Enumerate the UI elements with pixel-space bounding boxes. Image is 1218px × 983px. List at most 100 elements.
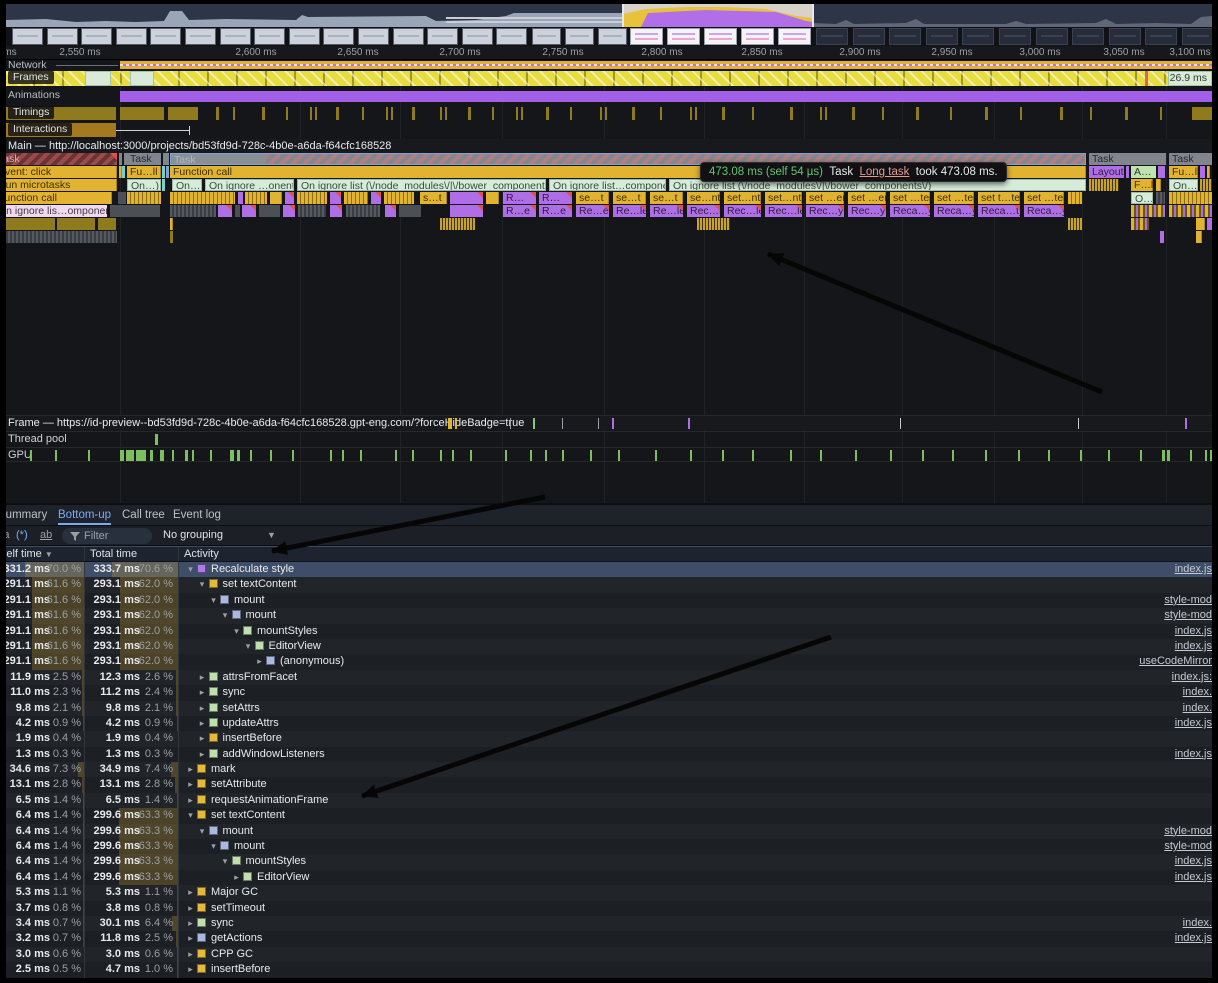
filmstrip-thumbnail[interactable] xyxy=(1036,28,1068,45)
flame-bar[interactable] xyxy=(1068,192,1082,204)
filmstrip-thumbnail[interactable] xyxy=(741,28,774,45)
flame-bar-a-[interactable]: A… xyxy=(1131,166,1156,178)
filter-input[interactable]: Filter xyxy=(62,528,152,544)
flame-bar[interactable] xyxy=(384,192,414,204)
filmstrip-thumbnail[interactable] xyxy=(1072,28,1104,45)
flame-bar-rec-le[interactable]: Rec…le xyxy=(724,205,761,217)
collapse-icon[interactable]: ▾ xyxy=(243,639,254,654)
flame-bar-on-ignore-list-node-modules-bower-components-[interactable]: On ignore list (\/node_modules\/|\/bower… xyxy=(297,179,546,191)
filmstrip-thumbnail[interactable] xyxy=(704,28,737,45)
collapse-icon[interactable]: ▾ xyxy=(197,577,208,592)
table-row[interactable]: 13.1 ms2.8 %13.1 ms2.8 %▸setAttribute xyxy=(0,777,1218,792)
flame-bar-set-nt[interactable]: set…nt xyxy=(724,192,761,204)
flame-bar-on-ignore-onents-[interactable]: On ignore …onents\/) xyxy=(205,179,294,191)
flame-bar-event-click[interactable]: Event: click xyxy=(0,166,117,178)
flame-bar-task[interactable]: Task xyxy=(127,153,161,165)
table-row[interactable]: 291.1 ms61.6 %293.1 ms62.0 %▾mountstyle-… xyxy=(0,608,1218,623)
flame-bar[interactable] xyxy=(218,205,232,217)
flame-bar[interactable] xyxy=(170,218,173,230)
source-link[interactable]: index. xyxy=(1183,916,1212,931)
filmstrip-thumbnail[interactable] xyxy=(889,28,921,45)
flame-bar-fu-ll[interactable]: Fu…ll xyxy=(1169,166,1198,178)
regex-toggle[interactable]: (*) xyxy=(16,526,28,545)
flame-bar[interactable] xyxy=(1196,231,1202,243)
tab-bottom-up[interactable]: Bottom-up xyxy=(58,505,111,525)
flame-bar-on-ignore-lis-omponents-[interactable]: On ignore lis…omponents\/) xyxy=(0,205,107,217)
flame-bar[interactable] xyxy=(399,205,421,217)
flame-bar-se-t[interactable]: se…t xyxy=(576,192,609,204)
flame-bar[interactable] xyxy=(162,179,165,191)
table-row[interactable]: 6.5 ms1.4 %6.5 ms1.4 %▸requestAnimationF… xyxy=(0,793,1218,808)
source-link[interactable]: style-mod xyxy=(1164,608,1212,623)
table-row[interactable]: 34.6 ms7.3 %34.9 ms7.4 %▸mark xyxy=(0,762,1218,777)
expand-icon[interactable]: ▸ xyxy=(254,654,265,669)
filmstrip[interactable] xyxy=(6,27,1212,46)
table-row[interactable]: 11.0 ms2.3 %11.2 ms2.4 %▸syncindex. xyxy=(0,685,1218,700)
flame-bar[interactable] xyxy=(0,218,55,230)
filmstrip-thumbnail[interactable] xyxy=(185,28,216,45)
filmstrip-thumbnail[interactable] xyxy=(150,28,181,45)
source-link[interactable]: index. xyxy=(1183,701,1212,716)
flame-bar-set-tent[interactable]: set …tent xyxy=(934,192,974,204)
filmstrip-thumbnail[interactable] xyxy=(667,28,700,45)
flame-bar[interactable] xyxy=(486,192,499,204)
tooltip-long-task-link[interactable]: Long task xyxy=(859,166,909,178)
filmstrip-thumbnail[interactable] xyxy=(1145,28,1177,45)
table-row[interactable]: 2.5 ms0.5 %4.7 ms1.0 %▸insertBefore xyxy=(0,962,1218,977)
expand-icon[interactable]: ▸ xyxy=(185,777,196,792)
flame-bar[interactable] xyxy=(170,231,173,243)
filmstrip-thumbnail[interactable] xyxy=(532,28,561,45)
flame-bar-on-[interactable]: On…) xyxy=(1169,179,1198,191)
window-left-handle[interactable] xyxy=(622,4,624,27)
flame-bar[interactable] xyxy=(122,166,125,178)
filmstrip-thumbnail[interactable] xyxy=(1109,28,1141,45)
flame-bar[interactable] xyxy=(330,192,341,204)
filmstrip-thumbnail[interactable] xyxy=(853,28,885,45)
expand-icon[interactable]: ▸ xyxy=(185,901,196,916)
filmstrip-thumbnail[interactable] xyxy=(358,28,389,45)
flame-bar-f-l[interactable]: F…l xyxy=(1131,179,1153,191)
expand-icon[interactable]: ▸ xyxy=(185,793,196,808)
main-thread-header[interactable]: Main — http://localhost:3000/projects/bd… xyxy=(0,139,1218,153)
animation-bar[interactable] xyxy=(120,91,1212,102)
flame-bar[interactable] xyxy=(1156,179,1161,191)
source-link[interactable]: index.js xyxy=(1175,562,1212,577)
flame-bar[interactable] xyxy=(297,192,327,204)
flame-bar-fu-ll[interactable]: Fu…ll xyxy=(127,166,161,178)
flame-bar-on-[interactable]: On…) xyxy=(127,179,161,191)
flame-bar[interactable] xyxy=(110,205,160,217)
track-animations[interactable]: Animations xyxy=(0,88,1218,105)
network-requests-bar[interactable] xyxy=(120,61,1212,69)
flame-bar[interactable] xyxy=(98,218,116,230)
source-link[interactable]: index.js xyxy=(1175,639,1212,654)
flame-bar-s-t[interactable]: s…t xyxy=(420,192,447,204)
source-link[interactable]: index.js xyxy=(1175,870,1212,885)
flame-bar[interactable] xyxy=(298,205,326,217)
flame-bar[interactable] xyxy=(118,192,126,204)
source-link[interactable]: index.js xyxy=(1175,931,1212,946)
filmstrip-thumbnail[interactable] xyxy=(12,28,43,45)
filmstrip-thumbnail[interactable] xyxy=(323,28,354,45)
table-row[interactable]: 291.1 ms61.6 %293.1 ms62.0 %▸(anonymous)… xyxy=(0,654,1218,669)
filmstrip-thumbnail[interactable] xyxy=(462,28,493,45)
flame-bar-rec-yle[interactable]: Rec…yle xyxy=(806,205,844,217)
column-self-time[interactable]: Self time ▼ xyxy=(0,547,53,562)
table-row[interactable]: 331.2 ms70.0 %333.7 ms70.6 %▾Recalculate… xyxy=(0,562,1218,577)
flame-bar-set-tent[interactable]: set …tent xyxy=(890,192,930,204)
flame-bar[interactable] xyxy=(450,205,483,217)
flame-bar[interactable] xyxy=(1160,231,1164,243)
table-row[interactable]: 6.4 ms1.4 %299.6 ms63.3 %▾mountstyle-mod xyxy=(0,824,1218,839)
filmstrip-thumbnail[interactable] xyxy=(427,28,458,45)
frame-duration-badge[interactable]: 26.9 ms xyxy=(1168,71,1212,86)
filmstrip-thumbnail[interactable] xyxy=(496,28,527,45)
filmstrip-thumbnail[interactable] xyxy=(962,28,994,45)
frame-segment[interactable] xyxy=(130,71,154,86)
frames-bar[interactable] xyxy=(6,71,1168,86)
flame-bar-rec-le[interactable]: Rec…le xyxy=(687,205,720,217)
table-row[interactable]: 6.4 ms1.4 %299.6 ms63.3 %▾set textConten… xyxy=(0,808,1218,823)
flame-bar[interactable] xyxy=(1169,192,1213,204)
table-row[interactable]: 6.4 ms1.4 %299.6 ms63.3 %▾mountStylesind… xyxy=(0,854,1218,869)
source-link[interactable]: style-mod xyxy=(1164,839,1212,854)
flame-bar[interactable] xyxy=(1200,179,1212,191)
flame-bar-layout[interactable]: Layout xyxy=(1089,166,1124,178)
